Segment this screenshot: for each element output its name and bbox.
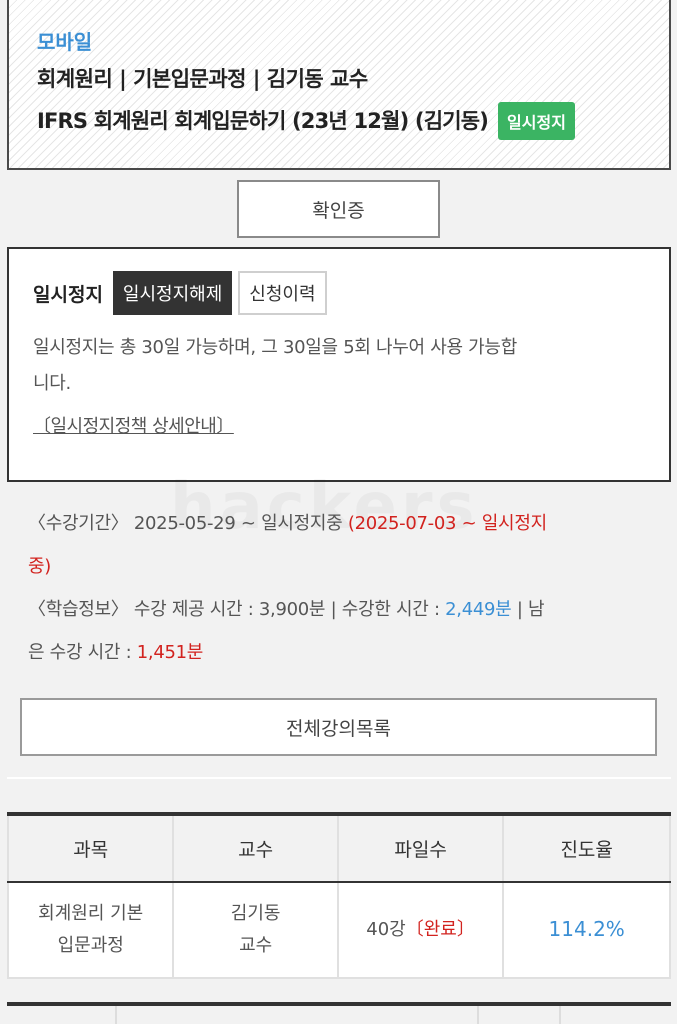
next-table-edge — [7, 1002, 671, 1024]
professor-line-1: 김기동 — [230, 903, 281, 924]
header-professor: 교수 — [172, 813, 339, 883]
status-badge: 일시정지 — [498, 102, 575, 140]
all-lectures-button[interactable]: 전체강의목록 — [20, 698, 657, 756]
subject-line-1: 회계원리 기본 — [38, 903, 144, 924]
separator: | — [516, 599, 523, 620]
course-title: IFRS 회계원리 회계입문하기 (23년 12월) (김기동) — [37, 109, 489, 133]
professor-line-2: 교수 — [239, 935, 273, 956]
pause-label: 일시정지 — [33, 283, 103, 306]
study-info: 〈학습정보〉 수강 제공 시간 : 3,900분 | 수강한 시간 : 2,44… — [28, 588, 658, 631]
cell-files: 40강〔완료〕 — [336, 881, 505, 979]
pause-description: 일시정지는 총 30일 가능하며, 그 30일을 5회 나누어 사용 가능합 니… — [33, 327, 645, 399]
column-divider — [559, 1006, 561, 1024]
study-info-label: 〈학습정보〉 — [28, 599, 129, 620]
column-divider — [115, 1006, 117, 1024]
table-header-row: 과목 교수 파일수 진도율 — [6, 813, 671, 883]
pause-description-line-2: 니다. — [33, 373, 71, 394]
cell-professor: 김기동 교수 — [172, 881, 339, 979]
file-count: 40강 — [366, 919, 406, 940]
separator: | — [330, 599, 337, 620]
taken-time-label: 수강한 시간 : — [341, 599, 440, 620]
subject-line-2: 입문과정 — [57, 935, 124, 956]
pause-tabs: 일시정지 일시정지해제 신청이력 — [33, 271, 645, 315]
provided-time-value: 3,900분 — [258, 599, 326, 620]
title-row: IFRS 회계원리 회계입문하기 (23년 12월) (김기동) 일시정지 — [37, 102, 669, 140]
pause-panel: 일시정지 일시정지해제 신청이력 일시정지는 총 30일 가능하며, 그 30일… — [7, 247, 671, 482]
course-header: 모바일 회계원리 | 기본입문과정 | 김기동 교수 IFRS 회계원리 회계입… — [7, 0, 671, 170]
header-files: 파일수 — [336, 813, 505, 883]
remaining-time-label: 은 수강 시간 : — [28, 642, 132, 663]
divider — [7, 777, 671, 779]
pause-range: (2025-07-03 ~ 일시정지 — [347, 513, 547, 534]
header-progress: 진도율 — [502, 813, 671, 883]
course-info: 회계원리 | 기본입문과정 | 김기동 교수 — [37, 67, 368, 91]
study-period-label: 〈수강기간〉 — [28, 513, 129, 534]
taken-time-value: 2,449분 — [445, 599, 512, 620]
study-period-value: 2025-05-29 ~ 일시정지중 — [133, 513, 343, 534]
remaining-time-label-start: 남 — [528, 599, 545, 620]
category-label: 모바일 — [37, 30, 93, 54]
history-button[interactable]: 신청이력 — [238, 271, 327, 315]
remaining-time: 은 수강 시간 : 1,451분 — [28, 631, 658, 674]
certificate-button[interactable]: 확인증 — [237, 180, 440, 238]
cell-subject: 회계원리 기본 입문과정 — [6, 881, 175, 979]
table-row: 회계원리 기본 입문과정 김기동 교수 40강〔완료〕 114.2% — [6, 881, 671, 979]
pause-policy-link[interactable]: 〔일시정지정책 상세안내〕 — [33, 411, 645, 443]
course-table: 과목 교수 파일수 진도율 회계원리 기본 입문과정 김기동 교수 40강〔완료… — [6, 812, 671, 979]
column-divider — [477, 1006, 479, 1024]
info-block: 〈수강기간〉 2025-05-29 ~ 일시정지중 (2025-07-03 ~ … — [28, 502, 658, 674]
remaining-time-value: 1,451분 — [136, 642, 204, 663]
progress-rate: 114.2% — [548, 917, 625, 941]
unpause-button[interactable]: 일시정지해제 — [112, 271, 233, 315]
provided-time-label: 수강 제공 시간 : — [133, 599, 254, 620]
pause-description-line-1: 일시정지는 총 30일 가능하며, 그 30일을 5회 나누어 사용 가능합 — [33, 337, 517, 358]
cell-progress: 114.2% — [502, 881, 671, 979]
study-period: 〈수강기간〉 2025-05-29 ~ 일시정지중 (2025-07-03 ~ … — [28, 502, 658, 545]
file-status: 〔완료〕 — [405, 919, 475, 940]
pause-range-end: 중) — [28, 556, 51, 577]
header-subject: 과목 — [6, 813, 175, 883]
